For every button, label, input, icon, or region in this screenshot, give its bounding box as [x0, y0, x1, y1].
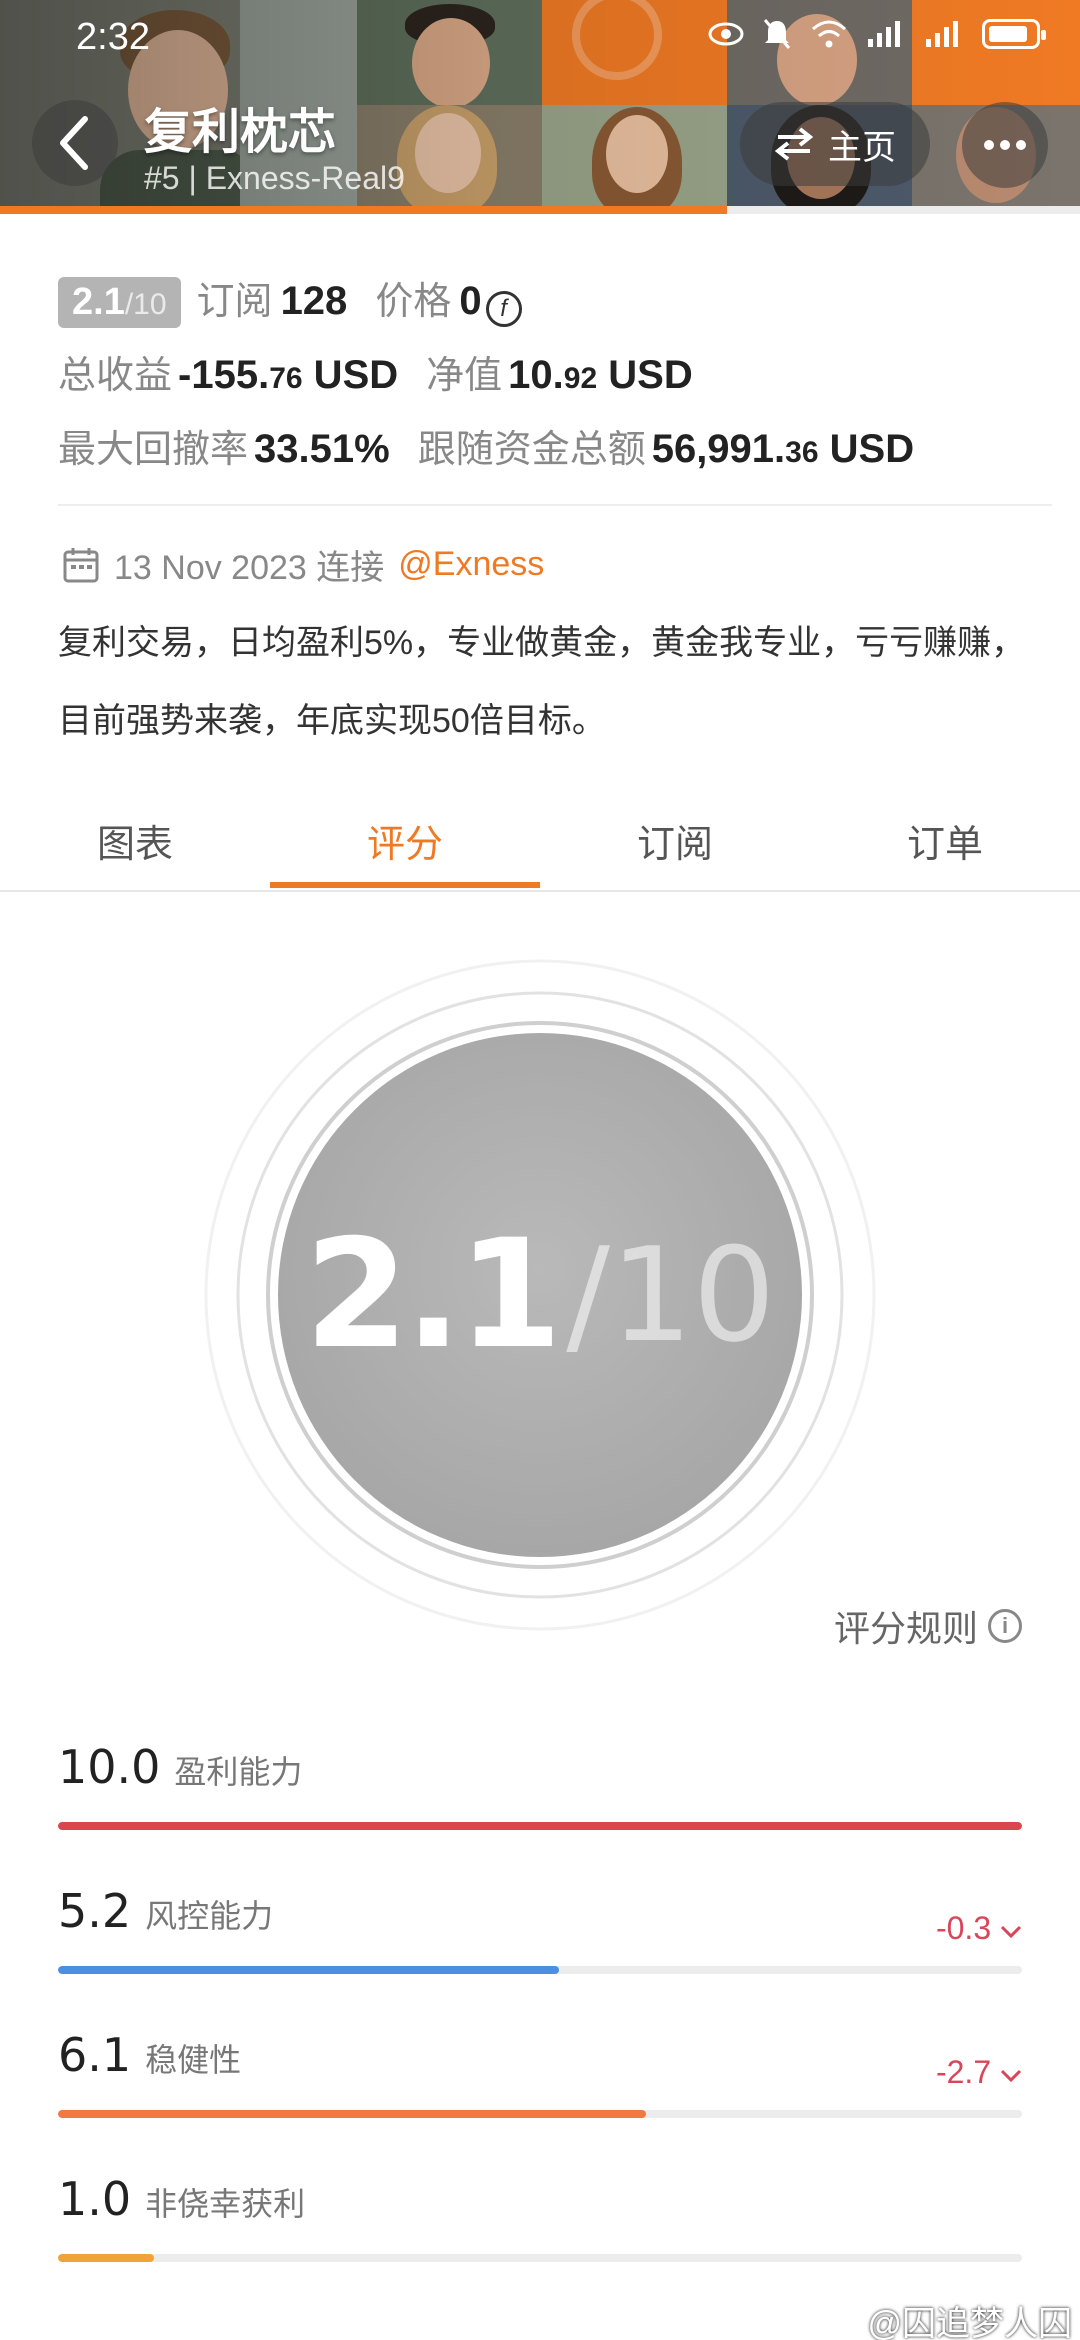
subscribe-label: 订阅 [196, 281, 273, 323]
stats-row-3: 最大回撤率 33.51% 跟随资金总额 56,991.36 USD [58, 418, 914, 473]
metric-label: 非侥幸获利 [145, 2186, 306, 2222]
connection-date: 13 Nov 2023 连接 [114, 549, 385, 587]
follow-funds-value: 56,991.36 USD [651, 427, 915, 471]
broker-link[interactable]: @Exness [398, 545, 544, 584]
metric-row: 1.0 非侥幸获利 [58, 2172, 1022, 2262]
page-title: 复利枕芯 [144, 106, 337, 159]
metric-bar-track [58, 2110, 1022, 2118]
metric-label: 风控能力 [145, 1898, 274, 1934]
eye-icon [708, 22, 744, 46]
metric-bar-fill [58, 1822, 1022, 1830]
metric-label: 盈利能力 [174, 1754, 303, 1790]
drawdown-label: 最大回撤率 [58, 429, 249, 471]
more-dots-icon [984, 140, 994, 150]
wifi-icon [812, 20, 846, 48]
score-rules-link[interactable]: 评分规则 i [834, 1600, 1022, 1652]
stats-divider [58, 504, 1052, 506]
watermark: @囚追梦人囚 [867, 2305, 1072, 2340]
score-circle-text: 2.1 /10 [203, 958, 877, 1632]
tab-orders[interactable]: 订单 [810, 790, 1080, 890]
home-button-label: 主页 [828, 128, 896, 167]
equity-value: 10.92 USD [508, 353, 693, 397]
chevron-down-icon [1000, 1925, 1022, 1939]
score-denominator: /10 [566, 1219, 776, 1371]
score-badge-value: 2.1 [72, 281, 125, 323]
signal-icon-2 [926, 21, 958, 47]
follow-funds-label: 跟随资金总额 [417, 429, 646, 471]
metric-delta: -0.3 [936, 1910, 1022, 1947]
tab-chart[interactable]: 图表 [0, 790, 270, 890]
status-bar-icons [708, 18, 1046, 50]
status-time: 2:32 [76, 16, 150, 58]
tab-bar-divider [0, 890, 1080, 892]
metric-bar-track [58, 1822, 1022, 1830]
metric-row: 5.2 风控能力 -0.3 [58, 1884, 1022, 1974]
metric-value: 5.2 [58, 1884, 132, 1938]
connection-row: 13 Nov 2023 连接 @Exness [62, 540, 544, 589]
score-number: 2.1 [304, 1208, 563, 1382]
coin-icon: f [485, 291, 522, 327]
metric-bar-fill [58, 2110, 647, 2118]
score-badge: 2.1 /10 [58, 277, 181, 328]
header-accent-bar [0, 206, 727, 214]
strategy-description: 复利交易，日均盈利5%，专业做黄金，黄金我专业，亏亏赚赚，目前强势来袭，年底实现… [58, 624, 1026, 740]
info-icon: i [988, 1609, 1022, 1643]
metric-bar-fill [58, 1966, 560, 1974]
more-button[interactable] [962, 102, 1048, 188]
score-badge-denominator: /10 [124, 288, 167, 321]
calendar-icon [63, 547, 99, 582]
metric-value: 10.0 [58, 1740, 161, 1794]
back-button[interactable] [32, 100, 118, 186]
tab-bar: 图表 评分 订阅 订单 [0, 790, 1080, 890]
metric-row: 10.0 盈利能力 [58, 1740, 1022, 1830]
tab-score[interactable]: 评分 [270, 790, 540, 890]
account-subtitle: #5 | Exness-Real9 [144, 160, 405, 196]
metric-bar-track [58, 1966, 1022, 1974]
subscribe-count: 128 [280, 279, 348, 323]
metric-value: 1.0 [58, 2172, 132, 2226]
swap-icon [774, 127, 814, 161]
metric-value: 6.1 [58, 2028, 132, 2082]
price-label: 价格 [375, 281, 452, 323]
score-rules-label: 评分规则 [833, 1608, 978, 1649]
metric-row: 6.1 稳健性 -2.7 [58, 2028, 1022, 2118]
total-profit-label: 总收益 [58, 355, 173, 397]
metric-bar-fill [58, 2254, 155, 2262]
metric-label: 稳健性 [145, 2042, 242, 2078]
metric-bar-track [58, 2254, 1022, 2262]
equity-label: 净值 [426, 355, 503, 397]
total-profit-value: -155.76 USD [178, 353, 399, 397]
drawdown-value: 33.51% [254, 427, 390, 471]
battery-icon [982, 19, 1046, 49]
mute-bell-icon [763, 19, 791, 49]
chevron-left-icon [60, 116, 88, 170]
stats-row-1: 2.1 /10 订阅 128 价格 0 f [58, 270, 522, 328]
home-button[interactable]: 主页 [740, 102, 930, 186]
metric-delta: -2.7 [936, 2054, 1022, 2091]
score-circle: 2.1 /10 [203, 958, 877, 1632]
price-value: 0 [459, 279, 482, 323]
stats-row-2: 总收益 -155.76 USD 净值 10.92 USD [58, 344, 693, 399]
tab-subscribe[interactable]: 订阅 [540, 790, 810, 890]
chevron-down-icon [1000, 2069, 1022, 2083]
signal-icon [868, 21, 900, 47]
